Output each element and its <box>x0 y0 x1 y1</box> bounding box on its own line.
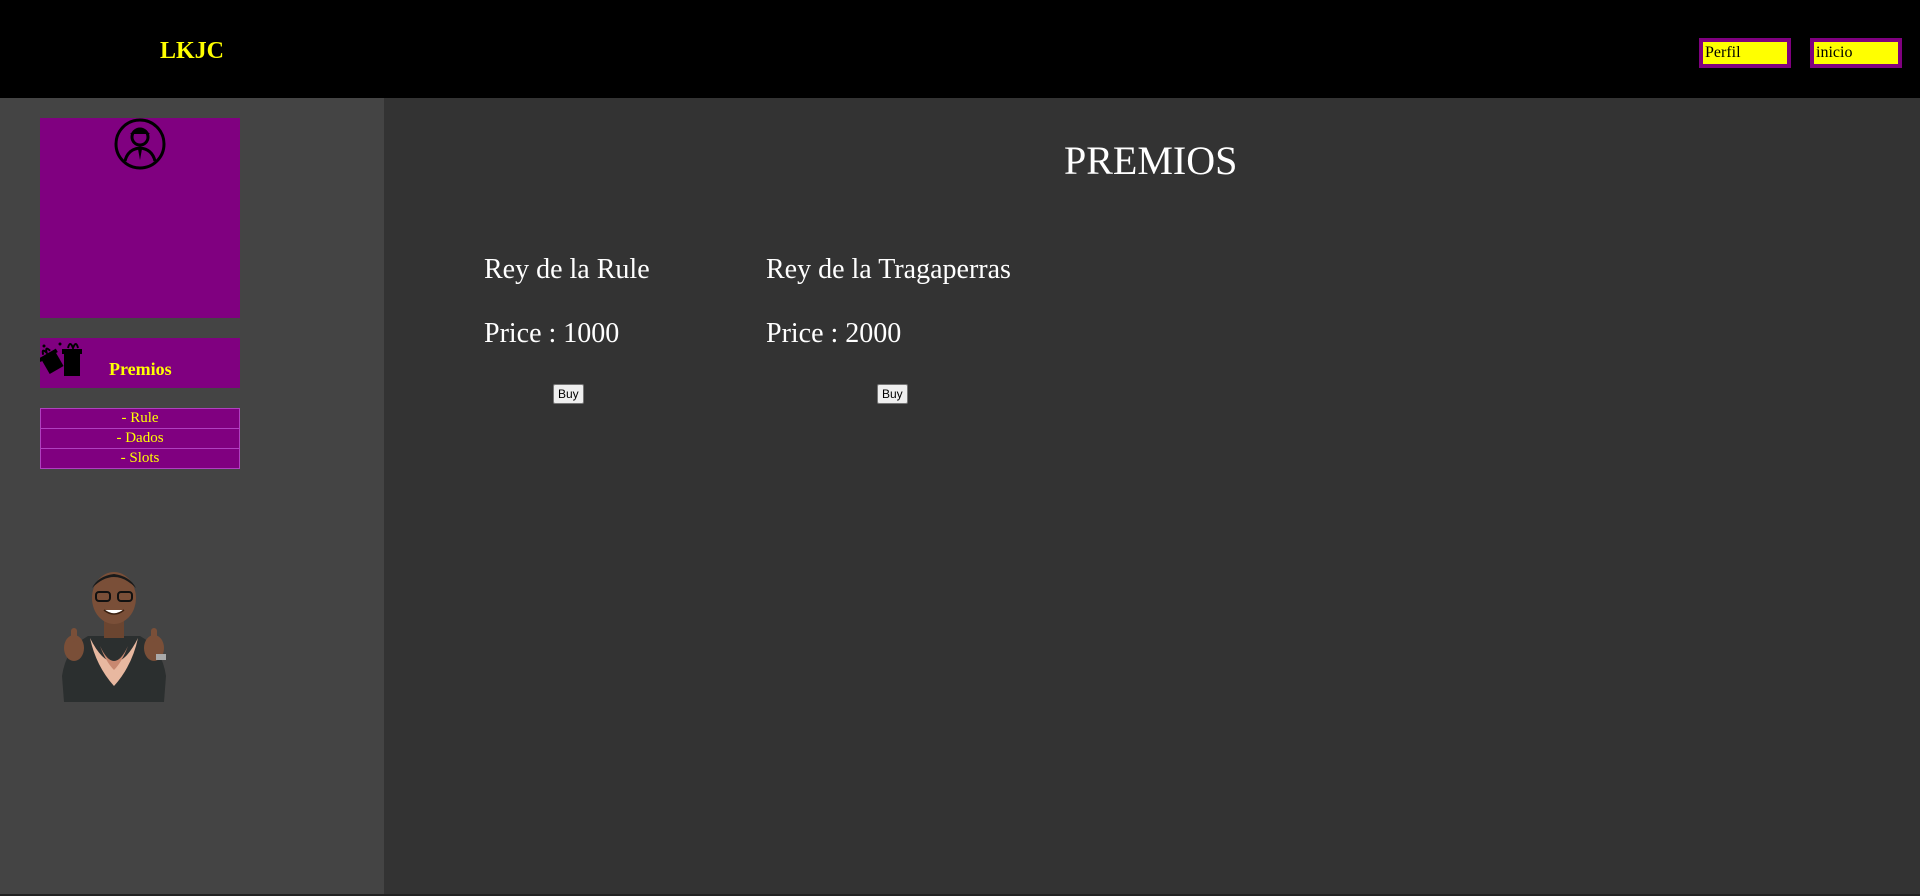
menu-item-rule[interactable]: - Rule <box>40 408 240 429</box>
buy-button[interactable]: Buy <box>877 384 908 404</box>
main-content: PREMIOS Rey de la Rule Price : 1000 Buy … <box>384 98 1920 896</box>
person-thumbs-up-image <box>62 572 166 702</box>
profile-card[interactable] <box>40 118 240 318</box>
games-menu: - Rule - Dados - Slots <box>40 408 240 469</box>
site-logo-text[interactable]: LKJC <box>160 38 224 64</box>
buy-button[interactable]: Buy <box>553 384 584 404</box>
premios-label: Premios <box>109 359 172 379</box>
gift-icon <box>40 342 82 376</box>
user-avatar-icon <box>114 118 166 170</box>
prize-card: Rey de la Rule Price : 1000 <box>484 254 650 350</box>
sidebar: Premios - Rule - Dados - Slots <box>0 98 384 896</box>
menu-item-dados[interactable]: - Dados <box>40 429 240 449</box>
prize-price: Price : 1000 <box>484 318 620 349</box>
nav-perfil-button[interactable]: Perfil <box>1699 38 1791 68</box>
prize-price: Price : 2000 <box>766 318 902 349</box>
premios-section-button[interactable]: Premios <box>40 338 240 388</box>
top-navbar: LKJC Perfil inicio <box>0 0 1920 98</box>
prize-card: Rey de la Tragaperras Price : 2000 <box>766 254 1011 350</box>
prize-name: Rey de la Tragaperras <box>766 254 1011 285</box>
prize-name: Rey de la Rule <box>484 254 650 285</box>
menu-item-slots[interactable]: - Slots <box>40 449 240 469</box>
page-title: PREMIOS <box>1064 138 1238 183</box>
nav-inicio-button[interactable]: inicio <box>1810 38 1902 68</box>
